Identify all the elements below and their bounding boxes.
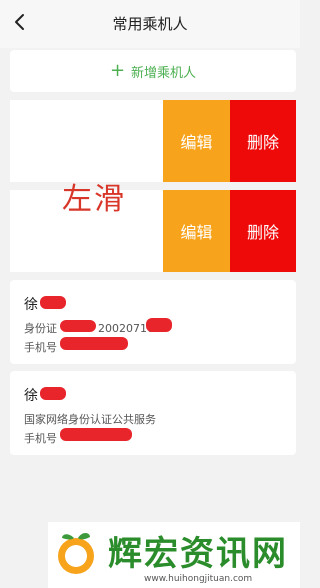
header-bar: 常用乘机人 xyxy=(0,0,300,48)
add-passenger-label: 新增乘机人 xyxy=(131,65,197,81)
passenger-card[interactable]: 徐 国家网络身份认证公共服务 手机号 xyxy=(10,371,296,455)
add-passenger-button[interactable]: + 新增乘机人 xyxy=(10,50,296,92)
delete-button[interactable]: 删除 xyxy=(230,100,296,182)
redaction-mark xyxy=(40,387,66,400)
watermark: 辉宏资讯网 www.huihongjituan.com xyxy=(48,522,300,588)
passenger-list-page: 常用乘机人 + 新增乘机人 编辑 删除 编辑 删除 左滑 徐 身份证 20020… xyxy=(0,0,300,588)
edit-button[interactable]: 编辑 xyxy=(163,190,230,272)
watermark-url: www.huihongjituan.com xyxy=(144,574,253,584)
passenger-phone-line: 手机号 xyxy=(24,432,57,445)
redaction-mark xyxy=(40,296,66,309)
passenger-id-line: 国家网络身份认证公共服务 xyxy=(24,413,156,426)
orange-logo-icon xyxy=(58,533,94,574)
passenger-card-swiped[interactable]: 编辑 删除 xyxy=(10,190,296,272)
plus-icon: + xyxy=(109,60,126,81)
redaction-mark xyxy=(60,428,132,441)
id-label: 身份证 xyxy=(24,322,57,335)
passenger-name: 徐 xyxy=(24,297,38,313)
delete-button[interactable]: 删除 xyxy=(230,190,296,272)
passenger-phone-line: 手机号 xyxy=(24,341,57,354)
redaction-mark xyxy=(60,337,128,350)
passenger-name: 徐 xyxy=(24,388,38,404)
edit-button[interactable]: 编辑 xyxy=(163,100,230,182)
watermark-text: 辉宏资讯网 xyxy=(108,534,288,574)
swipe-left-annotation: 左滑 xyxy=(62,182,126,217)
passenger-card-swiped[interactable]: 编辑 删除 xyxy=(10,100,296,182)
redaction-mark xyxy=(60,320,96,332)
passenger-card[interactable]: 徐 身份证 20020710 手机号 xyxy=(10,280,296,364)
page-title: 常用乘机人 xyxy=(112,15,188,33)
redaction-mark xyxy=(146,318,172,332)
